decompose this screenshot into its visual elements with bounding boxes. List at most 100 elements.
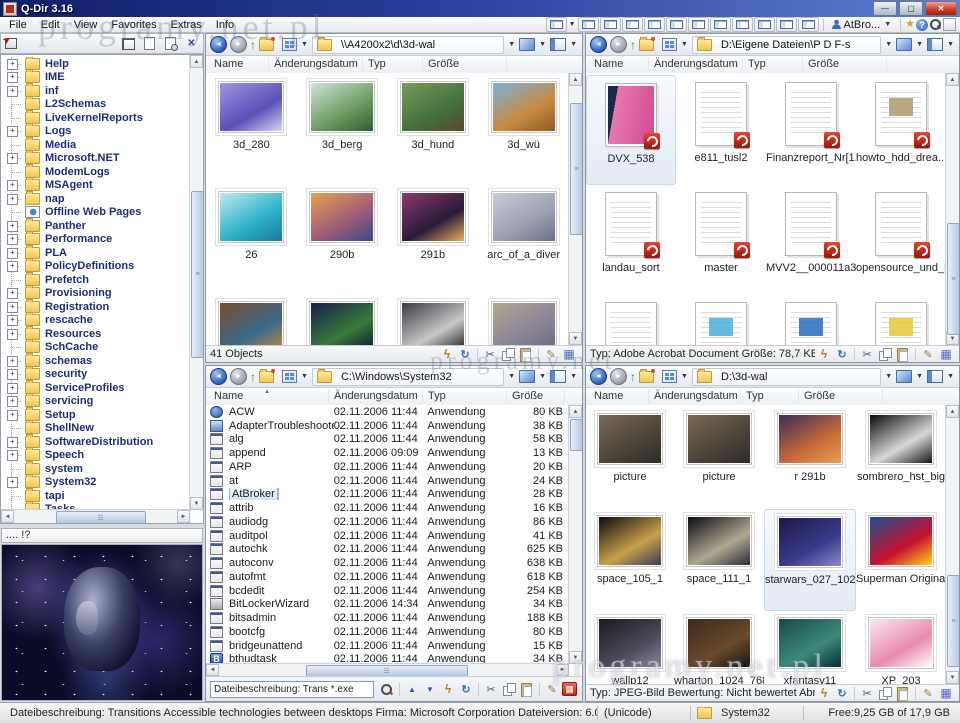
cut-icon[interactable]: ✂ bbox=[482, 347, 498, 362]
file-item-space-105-1[interactable]: space_105_1 bbox=[586, 509, 674, 611]
file-item-item[interactable] bbox=[766, 295, 856, 345]
expand-icon[interactable]: + bbox=[7, 72, 18, 84]
views-icon[interactable] bbox=[282, 370, 297, 383]
expand-icon[interactable]: + bbox=[7, 153, 18, 165]
chevron-down-icon[interactable]: ▼ bbox=[570, 41, 577, 48]
redgrid-icon[interactable]: ▦ bbox=[562, 682, 577, 696]
expand-icon[interactable]: + bbox=[7, 396, 18, 408]
background-icon[interactable] bbox=[519, 38, 536, 51]
back-button[interactable]: ◄ bbox=[210, 36, 227, 53]
chevron-down-icon[interactable]: ▼ bbox=[301, 41, 308, 48]
menu-info[interactable]: Info bbox=[209, 17, 241, 32]
background-icon[interactable] bbox=[896, 38, 913, 51]
copy-icon[interactable] bbox=[877, 686, 893, 701]
file-item-xfantasy11[interactable]: xfantasy11 bbox=[764, 611, 856, 684]
layout-three-right-button[interactable] bbox=[687, 17, 709, 32]
column-date[interactable]: Änderungsdatum bbox=[654, 388, 738, 405]
file-item-superman-original[interactable]: Superman Original bbox=[856, 509, 946, 611]
new-folder-icon[interactable] bbox=[639, 368, 655, 383]
new-folder-icon[interactable] bbox=[639, 36, 655, 51]
layout-three-bottom-button[interactable] bbox=[753, 17, 775, 32]
expand-icon[interactable]: + bbox=[7, 58, 18, 70]
column-size[interactable]: Größe bbox=[428, 56, 459, 73]
edit-icon[interactable]: ✎ bbox=[920, 686, 936, 701]
layout-top-bottom-button[interactable] bbox=[621, 17, 643, 32]
scroll-down-icon[interactable]: ▼ bbox=[946, 671, 959, 684]
address-bar[interactable]: D:\3d-wal bbox=[691, 367, 882, 386]
scrollbar-thumb[interactable] bbox=[570, 419, 582, 451]
menu-extras[interactable]: Extras bbox=[164, 17, 209, 32]
file-row-atbroker[interactable]: AtBroker 02.11.2006 11:44 Anwendung 28 KB bbox=[206, 488, 569, 502]
file-row-arp[interactable]: ARP 02.11.2006 11:44 Anwendung 20 KB bbox=[206, 460, 569, 474]
column-date[interactable]: Änderungsdatum bbox=[274, 56, 358, 73]
vertical-scrollbar[interactable]: ▲ ▼ ≡ bbox=[568, 73, 582, 345]
file-item-item[interactable] bbox=[297, 295, 388, 345]
file-item-r-291b[interactable]: r 291b bbox=[764, 407, 856, 509]
expand-icon[interactable]: + bbox=[7, 369, 18, 381]
file-item-item[interactable] bbox=[206, 295, 297, 345]
column-name[interactable]: Name bbox=[594, 56, 623, 73]
pane-layout-icon[interactable] bbox=[927, 38, 944, 51]
expand-icon[interactable]: + bbox=[7, 301, 18, 313]
column-type[interactable]: Typ bbox=[748, 56, 766, 73]
address-bar[interactable]: \\A4200x2\d\3d-wal bbox=[311, 35, 505, 54]
file-row-bitsadmin[interactable]: bitsadmin 02.11.2006 11:44 Anwendung 188 KB bbox=[206, 611, 569, 625]
tree-vertical-scrollbar[interactable]: ▲ ▼ ≡ bbox=[189, 55, 203, 510]
file-item-item[interactable] bbox=[586, 295, 676, 345]
expand-icon[interactable]: + bbox=[7, 261, 18, 273]
column-size[interactable]: Größe bbox=[808, 56, 839, 73]
file-item-space-111-1[interactable]: space_111_1 bbox=[674, 509, 764, 611]
scroll-up-icon[interactable]: ▲ bbox=[569, 73, 582, 86]
layout-three-top-button[interactable] bbox=[731, 17, 753, 32]
chevron-down-icon[interactable]: ▼ bbox=[916, 41, 923, 48]
quad-view-button[interactable] bbox=[120, 36, 137, 51]
file-row-acw[interactable]: ACW 02.11.2006 11:44 Anwendung 80 KB bbox=[206, 405, 569, 419]
file-item-item[interactable] bbox=[388, 295, 479, 345]
panel-toggle-icon[interactable] bbox=[943, 18, 956, 31]
file-row-attrib[interactable]: attrib 02.11.2006 11:44 Anwendung 16 KB bbox=[206, 501, 569, 515]
expand-icon[interactable]: + bbox=[7, 409, 18, 421]
minimize-button[interactable]: — bbox=[873, 1, 897, 16]
preview-image[interactable] bbox=[1, 544, 203, 701]
file-item-3d-280[interactable]: 3d_280 bbox=[206, 75, 297, 185]
column-date[interactable]: Änderungsdatum bbox=[334, 388, 418, 405]
paste-icon[interactable] bbox=[895, 347, 911, 362]
file-item-dvx-538[interactable]: DVX_538 bbox=[586, 75, 676, 185]
file-item-starwars-027-1024[interactable]: starwars_027_1024 bbox=[764, 509, 856, 611]
flash-icon[interactable]: ϟ bbox=[439, 347, 455, 362]
grid-icon[interactable]: ▦ bbox=[938, 686, 954, 701]
column-name[interactable]: Name bbox=[214, 388, 243, 405]
address-dropdown-icon[interactable]: ▼ bbox=[508, 41, 515, 48]
expand-icon[interactable]: + bbox=[7, 315, 18, 327]
scroll-down-icon[interactable]: ▼ bbox=[569, 651, 582, 664]
menu-edit[interactable]: Edit bbox=[34, 17, 67, 32]
favorites-star-icon[interactable]: ★ bbox=[905, 19, 915, 30]
layout-two-horizontal-button[interactable] bbox=[797, 17, 819, 32]
menu-view[interactable]: View bbox=[67, 17, 105, 32]
profile-selector[interactable]: AtBro... ▼ bbox=[828, 19, 897, 31]
scrollbar-thumb[interactable]: ☰ bbox=[56, 511, 146, 523]
column-name[interactable]: Name bbox=[594, 388, 623, 405]
scroll-left-icon[interactable]: ◄ bbox=[206, 664, 219, 676]
vertical-scrollbar[interactable]: ▲ ▼ ≡ bbox=[945, 405, 959, 684]
up-folder-button[interactable]: ↑ bbox=[250, 371, 256, 383]
edit-icon[interactable]: ✎ bbox=[543, 347, 559, 362]
file-row-auditpol[interactable]: auditpol 02.11.2006 11:44 Anwendung 41 KB bbox=[206, 529, 569, 543]
file-item-290b[interactable]: 290b bbox=[297, 185, 388, 295]
file-item-picture[interactable]: picture bbox=[586, 407, 674, 509]
expand-icon[interactable]: + bbox=[7, 234, 18, 246]
forward-button[interactable]: ► bbox=[230, 368, 247, 385]
flash-icon[interactable]: ϟ bbox=[440, 682, 456, 697]
cut-icon[interactable]: ✂ bbox=[859, 686, 875, 701]
scroll-right-icon[interactable]: ► bbox=[556, 664, 569, 676]
flash-icon[interactable]: ϟ bbox=[816, 347, 832, 362]
paste-icon[interactable] bbox=[519, 682, 535, 697]
vertical-scrollbar[interactable]: ▲ ▼ ≡ bbox=[945, 73, 959, 345]
file-row-autofmt[interactable]: autofmt 02.11.2006 11:44 Anwendung 618 KB bbox=[206, 570, 569, 584]
scroll-right-icon[interactable]: ► bbox=[177, 510, 190, 523]
expand-icon[interactable]: + bbox=[7, 355, 18, 367]
file-row-at[interactable]: at 02.11.2006 11:44 Anwendung 24 KB bbox=[206, 474, 569, 488]
file-row-bitlockerwizard[interactable]: BitLockerWizard 02.11.2006 14:34 Anwendung… bbox=[206, 598, 569, 612]
expand-icon[interactable]: + bbox=[7, 193, 18, 205]
address-dropdown-icon[interactable]: ▼ bbox=[885, 373, 892, 380]
